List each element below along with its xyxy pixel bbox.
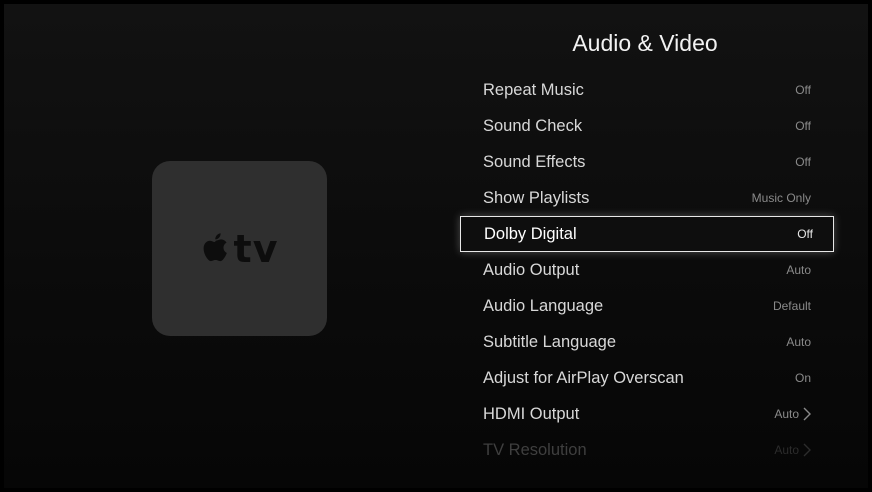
menu-item-label: Show Playlists (483, 188, 590, 207)
menu-item-sound-check[interactable]: Sound Check Off (463, 108, 831, 144)
menu-item-repeat-music[interactable]: Repeat Music Off (463, 72, 831, 108)
page-title: Audio & Video (572, 30, 718, 56)
apple-tv-logo: tv (201, 230, 279, 268)
menu-item-airplay-overscan[interactable]: Adjust for AirPlay Overscan On (463, 360, 831, 396)
settings-menu: Repeat Music Off Sound Check Off Sound E… (460, 72, 834, 468)
menu-item-dolby-digital[interactable]: Dolby Digital Off (460, 216, 834, 252)
menu-item-value: Off (797, 227, 813, 241)
menu-item-label: Repeat Music (483, 80, 584, 99)
apple-tv-screen: tv Audio & Video Repeat Music Off Sound … (4, 4, 868, 488)
menu-item-value-wrap: Auto (774, 407, 811, 421)
menu-item-value: Music Only (751, 191, 811, 205)
menu-item-value: Auto (786, 335, 811, 349)
menu-item-label: TV Resolution (483, 440, 587, 459)
menu-item-audio-output[interactable]: Audio Output Auto (463, 252, 831, 288)
menu-item-value: Auto (786, 263, 811, 277)
chevron-right-icon (803, 407, 811, 421)
menu-item-label: Sound Check (483, 116, 583, 135)
menu-item-value-wrap: Auto (774, 443, 811, 457)
menu-item-value: Auto (774, 407, 799, 421)
menu-item-audio-language[interactable]: Audio Language Default (463, 288, 831, 324)
menu-item-tv-resolution[interactable]: TV Resolution Auto (463, 432, 831, 468)
menu-item-sound-effects[interactable]: Sound Effects Off (463, 144, 831, 180)
menu-item-hdmi-output[interactable]: HDMI Output Auto (463, 396, 831, 432)
tv-wordmark: tv (233, 226, 279, 271)
menu-item-label: HDMI Output (483, 404, 580, 423)
menu-item-subtitle-language[interactable]: Subtitle Language Auto (463, 324, 831, 360)
menu-item-label: Audio Output (483, 260, 580, 279)
menu-item-value: Off (795, 155, 811, 169)
apple-tv-logo-tile: tv (152, 161, 327, 336)
menu-item-value: Default (772, 299, 811, 313)
menu-item-label: Sound Effects (483, 152, 586, 171)
menu-item-value: On (794, 371, 811, 385)
menu-item-value: Auto (774, 443, 799, 457)
menu-item-value: Off (795, 119, 811, 133)
menu-item-value: Off (795, 83, 811, 97)
menu-item-label: Audio Language (483, 296, 604, 315)
menu-item-label: Dolby Digital (484, 224, 577, 243)
menu-item-show-playlists[interactable]: Show Playlists Music Only (463, 180, 831, 216)
menu-item-label: Adjust for AirPlay Overscan (483, 368, 684, 387)
apple-logo-icon (203, 232, 227, 261)
chevron-right-icon (803, 443, 811, 457)
menu-item-label: Subtitle Language (483, 332, 617, 351)
